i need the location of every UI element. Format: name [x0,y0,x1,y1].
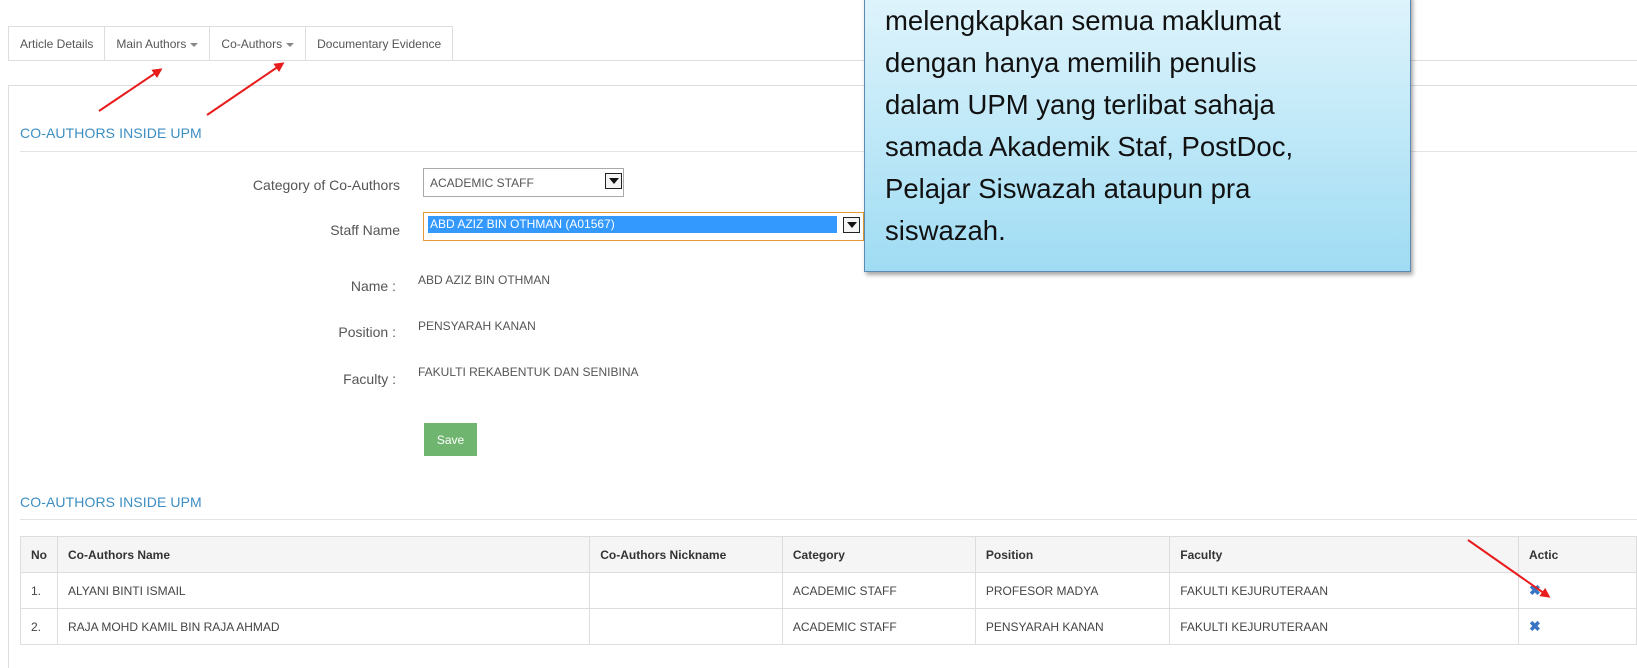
column-header-nickname: Co-Authors Nickname [589,536,783,573]
staff-name-select[interactable]: ABD AZIZ BIN OTHMAN (A01567) [423,212,864,241]
co-author-position: PROFESOR MADYA [974,572,1171,609]
category-select[interactable]: ACADEMIC STAFF [423,168,624,197]
action-cell: ✖ [1517,572,1637,609]
co-author-faculty: FAKULTI KEJURUTERAAN [1169,572,1519,609]
save-button[interactable]: Save [424,423,477,456]
callout-text: melengkapkan semua maklumat dengan hanya… [885,0,1396,252]
callout-line: dalam UPM yang terlibat sahaja [885,89,1275,120]
faculty-label: Faculty : [343,371,396,387]
co-author-nickname [589,608,783,645]
callout-line: dengan hanya memilih penulis [885,47,1257,78]
dropdown-arrow-icon[interactable] [843,217,860,233]
action-cell: ✖ [1517,608,1637,645]
caret-down-icon [286,42,295,47]
co-author-category: ACADEMIC STAFF [781,608,976,645]
table-section-title: CO-AUTHORS INSIDE UPM [20,494,202,510]
tab-label: Article Details [20,36,94,51]
callout-line: samada Akademik Staf, PostDoc, [885,131,1294,162]
co-author-faculty: FAKULTI KEJURUTERAAN [1169,608,1519,645]
column-header-no: No [20,536,58,573]
section-divider [20,519,1637,520]
co-author-position: PENSYARAH KANAN [974,608,1171,645]
column-header-name: Co-Authors Name [56,536,591,573]
caret-down-icon [190,42,199,47]
instruction-callout: melengkapkan semua maklumat dengan hanya… [864,0,1411,272]
column-header-position: Position [974,536,1171,573]
callout-line: siswazah. [885,215,1006,246]
co-author-category: ACADEMIC STAFF [781,572,976,609]
co-author-name: RAJA MOHD KAMIL BIN RAJA AHMAD [56,608,591,645]
tab-label: Co-Authors [221,36,283,51]
column-header-action: Actic [1517,536,1637,573]
tab-article-details[interactable]: Article Details [8,26,105,61]
column-header-faculty: Faculty [1169,536,1519,573]
delete-icon[interactable]: ✖ [1529,582,1541,598]
staff-name-select-value: ABD AZIZ BIN OTHMAN (A01567) [428,216,837,233]
table-row: 2. RAJA MOHD KAMIL BIN RAJA AHMAD ACADEM… [20,608,1637,645]
tab-main-authors[interactable]: Main Authors [104,26,210,61]
column-header-category: Category [781,536,976,573]
category-select-value: ACADEMIC STAFF [430,176,534,190]
dropdown-arrow-icon[interactable] [605,173,622,189]
co-author-name: ALYANI BINTI ISMAIL [56,572,591,609]
delete-icon[interactable]: ✖ [1529,618,1541,634]
tab-label: Main Authors [116,36,187,51]
table-header-row: No Co-Authors Name Co-Authors Nickname C… [20,536,1637,573]
position-label: Position : [338,324,396,340]
row-number: 1. [20,572,58,609]
tab-co-authors[interactable]: Co-Authors [209,26,306,61]
position-value: PENSYARAH KANAN [418,319,536,333]
faculty-value: FAKULTI REKABENTUK DAN SENIBINA [418,365,639,379]
co-authors-table: No Co-Authors Name Co-Authors Nickname C… [20,536,1637,645]
form-section-title: CO-AUTHORS INSIDE UPM [20,125,202,141]
callout-line: Pelajar Siswazah ataupun pra [885,173,1251,204]
name-value: ABD AZIZ BIN OTHMAN [418,273,551,287]
table-row: 1. ALYANI BINTI ISMAIL ACADEMIC STAFF PR… [20,572,1637,609]
name-label: Name : [350,278,396,294]
co-author-nickname [589,572,783,609]
tab-bar: Article Details Main Authors Co-Authors … [8,26,454,61]
callout-line: melengkapkan semua maklumat [885,5,1281,36]
tab-documentary-evidence[interactable]: Documentary Evidence [305,26,454,61]
staff-name-label: Staff Name [330,222,400,238]
tab-label: Documentary Evidence [317,36,442,51]
row-number: 2. [20,608,58,645]
category-label: Category of Co-Authors [252,177,400,193]
